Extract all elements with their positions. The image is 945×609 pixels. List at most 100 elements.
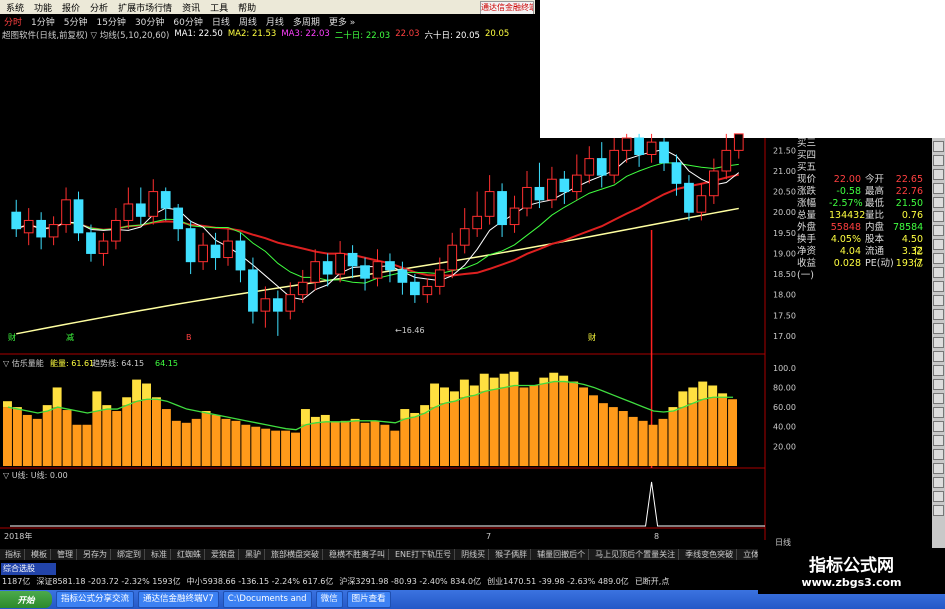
toolbar-icon[interactable] bbox=[933, 365, 944, 376]
taskbar-item-1[interactable]: 通达信金融终端V7 bbox=[138, 591, 219, 608]
candle-body bbox=[322, 261, 333, 275]
indicator-tab-14[interactable]: 辅量回撤后个 bbox=[534, 549, 590, 560]
candle-body bbox=[11, 211, 22, 230]
indicator-tab-6[interactable]: 红蜘蛛 bbox=[174, 549, 205, 560]
period-tab-7[interactable]: 周线 bbox=[239, 15, 257, 28]
menu-item-6[interactable]: 工具 bbox=[210, 1, 228, 14]
volume-bar bbox=[72, 424, 82, 466]
toolbar-icon[interactable] bbox=[933, 379, 944, 390]
price-tick-label: 19.00 bbox=[773, 249, 796, 258]
volume-bar-top bbox=[430, 383, 440, 408]
indicator-tab-1[interactable]: 模板 bbox=[28, 549, 51, 560]
menu-item-5[interactable]: 资讯 bbox=[182, 1, 200, 14]
toolbar-icon[interactable] bbox=[933, 393, 944, 404]
toolbar-icon[interactable] bbox=[933, 309, 944, 320]
menu-item-1[interactable]: 功能 bbox=[34, 1, 52, 14]
indicator-tab-4[interactable]: 绑定到 bbox=[114, 549, 145, 560]
taskbar-item-2[interactable]: C:\Documents and bbox=[222, 591, 312, 608]
candle-body bbox=[61, 199, 71, 226]
toolbar-icon[interactable] bbox=[933, 155, 944, 166]
toolbar-icon[interactable] bbox=[933, 295, 944, 306]
period-tab-8[interactable]: 月线 bbox=[266, 15, 284, 28]
period-tab-6[interactable]: 日线 bbox=[212, 15, 230, 28]
toolbar-icon[interactable] bbox=[933, 141, 944, 152]
toolbar-icon[interactable] bbox=[933, 491, 944, 502]
toolbar-icon[interactable] bbox=[933, 477, 944, 488]
taskbar-item-3[interactable]: 微信 bbox=[315, 591, 343, 608]
candle-body bbox=[198, 244, 208, 263]
taskbar-item-0[interactable]: 指标公式分享交流 bbox=[56, 591, 135, 608]
period-tab-2[interactable]: 5分钟 bbox=[64, 15, 88, 28]
indicator-tab-5[interactable]: 标准 bbox=[148, 549, 171, 560]
volume-bar bbox=[181, 422, 191, 466]
period-tab-1[interactable]: 1分钟 bbox=[31, 15, 55, 28]
period-tab-0[interactable]: 分时 bbox=[4, 15, 22, 28]
toolbar-icon[interactable] bbox=[933, 449, 944, 460]
indicator-tab-9[interactable]: 旅部横盘突破 bbox=[268, 549, 323, 560]
volume-bar bbox=[171, 420, 181, 466]
taskbar-item-4[interactable]: 图片查看 bbox=[346, 591, 391, 608]
indicator-tab-16[interactable]: 季线变色突破 bbox=[682, 549, 738, 560]
volume-bar bbox=[52, 407, 62, 466]
indicator-tab-15[interactable]: 马上见顶后个置量关注 bbox=[592, 549, 680, 560]
toolbar-icon[interactable] bbox=[933, 351, 944, 362]
indicator-tab-2[interactable]: 管理 bbox=[54, 549, 77, 560]
candle-body bbox=[397, 269, 408, 283]
volume-bar bbox=[281, 430, 291, 466]
period-tab-10[interactable]: 更多 » bbox=[329, 15, 355, 28]
toolbar-icon[interactable] bbox=[933, 281, 944, 292]
volume-bar-top bbox=[400, 409, 410, 419]
period-tab-3[interactable]: 15分钟 bbox=[96, 15, 125, 28]
candle-body bbox=[260, 298, 271, 312]
toolbar-icon[interactable] bbox=[933, 225, 944, 236]
volume-bar bbox=[618, 411, 628, 466]
volume-bar bbox=[22, 414, 32, 466]
indicator-tab-13[interactable]: 猴子俩胖 bbox=[492, 549, 532, 560]
volume-bar bbox=[291, 432, 300, 466]
menu-item-3[interactable]: 分析 bbox=[90, 1, 108, 14]
toolbar-icon[interactable] bbox=[933, 323, 944, 334]
menu-item-2[interactable]: 报价 bbox=[62, 1, 80, 14]
toolbar-icon[interactable] bbox=[933, 421, 944, 432]
indicator-tab-10[interactable]: 稳横不胜离子叫 bbox=[326, 549, 389, 560]
toolbar-icon[interactable] bbox=[933, 505, 944, 516]
period-tab-4[interactable]: 30分钟 bbox=[135, 15, 164, 28]
indicator-tab-3[interactable]: 另存为 bbox=[80, 549, 111, 560]
menu-item-4[interactable]: 扩展市场行情 bbox=[118, 1, 172, 14]
volume-bar bbox=[658, 418, 668, 466]
toolbar-icon[interactable] bbox=[933, 435, 944, 446]
toolbar-icon[interactable] bbox=[933, 267, 944, 278]
volume-bar bbox=[310, 422, 320, 466]
period-tab-5[interactable]: 60分钟 bbox=[173, 15, 202, 28]
volume-bar bbox=[668, 411, 678, 466]
indicator-tab-7[interactable]: 爱狼盘 bbox=[208, 549, 239, 560]
candle-body bbox=[123, 203, 134, 221]
menu-item-0[interactable]: 系统 bbox=[6, 1, 24, 14]
toolbar-icon[interactable] bbox=[933, 239, 944, 250]
indicator-tab-12[interactable]: 阴线买 bbox=[458, 549, 490, 560]
index-item-1: 深证8581.18 -203.72 -2.32% 1593亿 bbox=[36, 577, 181, 586]
x-axis-label: 2018年 bbox=[4, 531, 32, 541]
toolbar-icon[interactable] bbox=[933, 463, 944, 474]
toolbar-icon[interactable] bbox=[933, 337, 944, 348]
kline-chart[interactable]: 21.50 21.00 20.50 20.00 19.50 19.00 18.50 18.00… bbox=[0, 40, 797, 550]
menu-item-7[interactable]: 帮助 bbox=[238, 1, 256, 14]
screen-stocks-button[interactable]: 综合选股 bbox=[1, 563, 56, 575]
toolbar-icon[interactable] bbox=[933, 407, 944, 418]
toolbar-icon[interactable] bbox=[933, 169, 944, 180]
quote-level-label: 买三 bbox=[797, 138, 817, 149]
toolbar-icon[interactable] bbox=[933, 197, 944, 208]
index-item-4: 创业1470.51 -39.98 -2.63% 489.0亿 bbox=[487, 577, 629, 586]
quote-key2: 股本 bbox=[865, 234, 885, 245]
period-tab-9[interactable]: 多周期 bbox=[293, 15, 320, 28]
toolbar-icon[interactable] bbox=[933, 211, 944, 222]
quote-level-label: 买五 bbox=[797, 162, 817, 173]
indicator-tab-8[interactable]: 黑驴 bbox=[242, 549, 265, 560]
start-button[interactable]: 开始 bbox=[0, 591, 52, 608]
toolbar-icon[interactable] bbox=[933, 253, 944, 264]
volume-bar bbox=[589, 395, 598, 466]
indicator-tab-0[interactable]: 指标 bbox=[2, 549, 25, 560]
candle-body bbox=[173, 207, 184, 230]
indicator-tab-11[interactable]: ENE打下轨压号 bbox=[392, 549, 456, 560]
toolbar-icon[interactable] bbox=[933, 183, 944, 194]
